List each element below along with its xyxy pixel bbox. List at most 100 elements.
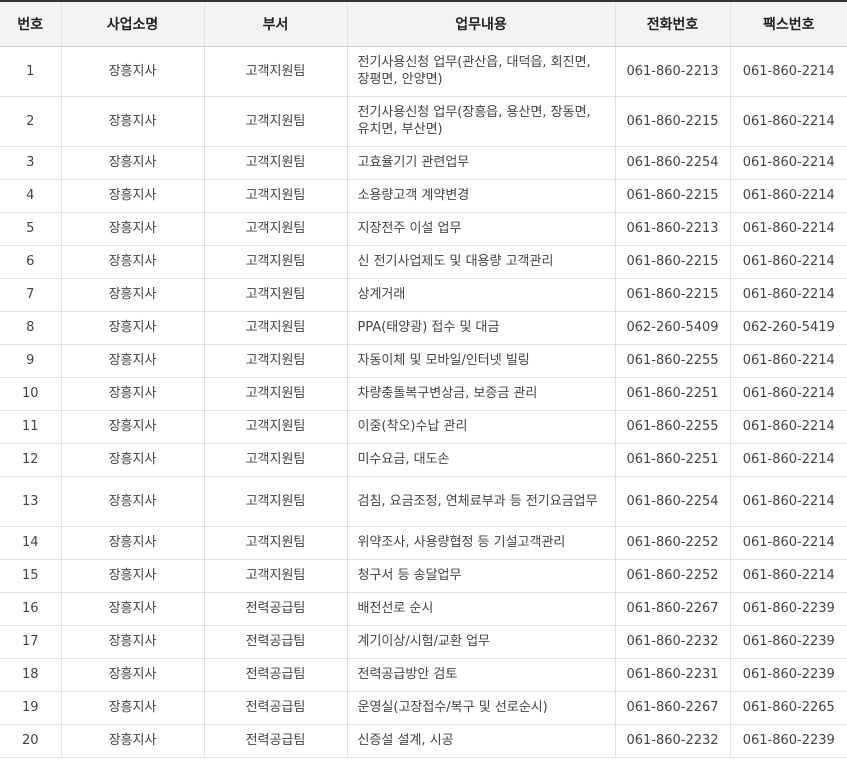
cell-tel: 061-860-2215: [614, 179, 730, 212]
table-row: 7 장흥지사 고객지원팀 상계거래 061-860-2215 061-860-2214: [0, 278, 847, 311]
cell-task: 미수요금, 대도손: [346, 443, 615, 476]
table-row: 9 장흥지사 고객지원팀 자동이체 및 모바일/인터넷 빌링 061-860-2255 0…: [0, 344, 847, 377]
cell-dept: 고객지원팀: [203, 146, 347, 179]
cell-dept: 고객지원팀: [203, 443, 347, 476]
cell-office: 장흥지사: [60, 443, 204, 476]
table-header: 번호 사업소명 부서 업무내용 전화번호 팩스번호: [0, 1, 847, 46]
cell-tel: 061-860-2215: [614, 278, 730, 311]
cell-tel: 061-860-2213: [614, 212, 730, 245]
cell-tel: 062-260-5409: [614, 311, 730, 344]
cell-office: 장흥지사: [60, 212, 204, 245]
cell-fax: 061-860-2214: [729, 245, 847, 278]
cell-dept: 전력공급팀: [203, 658, 347, 691]
cell-dept: 고객지원팀: [203, 344, 347, 377]
cell-task: 전기사용신청 업무(장흥읍, 용산면, 장동면, 유치면, 부산면): [346, 96, 615, 146]
cell-task: 운영실(고장접수/복구 및 선로순시): [346, 691, 615, 724]
cell-task: 위약조사, 사용량협정 등 기설고객관리: [346, 526, 615, 559]
table-row: 13 장흥지사 고객지원팀 검침, 요금조정, 연체료부과 등 전기요금업무 061-8…: [0, 476, 847, 526]
cell-dept: 전력공급팀: [203, 691, 347, 724]
cell-dept: 고객지원팀: [203, 410, 347, 443]
cell-no: 2: [26, 113, 35, 129]
table-row: 6 장흥지사 고객지원팀 신 전기사업제도 및 대용량 고객관리 061-860-221…: [0, 245, 847, 278]
cell-tel: 061-860-2215: [614, 245, 730, 278]
table-row: 20 장흥지사 전력공급팀 신증설 설계, 시공 061-860-2232 061-860…: [0, 724, 847, 757]
cell-fax: 061-860-2214: [729, 146, 847, 179]
cell-fax: 061-860-2239: [729, 724, 847, 757]
cell-dept: 고객지원팀: [203, 46, 347, 96]
cell-task: 자동이체 및 모바일/인터넷 빌링: [346, 344, 615, 377]
cell-fax: 061-860-2214: [729, 443, 847, 476]
cell-office: 장흥지사: [60, 278, 204, 311]
cell-no: 16: [21, 601, 39, 616]
cell-no: 12: [21, 452, 39, 467]
cell-dept: 고객지원팀: [203, 179, 347, 212]
table-body: 1 장흥지사 고객지원팀 전기사용신청 업무(관산읍, 대덕읍, 회진면, 장평면, …: [0, 46, 847, 757]
cell-task: 신증설 설계, 시공: [346, 724, 615, 757]
cell-no: 14: [21, 535, 39, 550]
cell-tel: 061-860-2255: [614, 344, 730, 377]
header-row: 번호 사업소명 부서 업무내용 전화번호 팩스번호: [0, 1, 847, 46]
cell-office: 장흥지사: [60, 344, 204, 377]
cell-fax: 061-860-2214: [729, 410, 847, 443]
table-row: 18 장흥지사 전력공급팀 전력공급방안 검토 061-860-2231 061-860-…: [0, 658, 847, 691]
cell-task: 배전선로 순시: [346, 592, 615, 625]
cell-office: 장흥지사: [60, 658, 204, 691]
cell-office: 장흥지사: [60, 691, 204, 724]
table-row: 2 장흥지사 고객지원팀 전기사용신청 업무(장흥읍, 용산면, 장동면, 유치면, …: [0, 96, 847, 146]
cell-task: 검침, 요금조정, 연체료부과 등 전기요금업무: [346, 476, 615, 526]
cell-task: 이중(착오)수납 관리: [346, 410, 615, 443]
cell-no: 15: [21, 568, 39, 583]
cell-task: 상계거래: [346, 278, 615, 311]
cell-dept: 전력공급팀: [203, 724, 347, 757]
cell-tel: 061-860-2267: [614, 691, 730, 724]
cell-office: 장흥지사: [60, 559, 204, 592]
cell-office: 장흥지사: [60, 179, 204, 212]
cell-office: 장흥지사: [60, 724, 204, 757]
cell-no: 6: [26, 254, 35, 269]
cell-fax: 061-860-2265: [729, 691, 847, 724]
cell-no: 17: [21, 634, 39, 649]
cell-fax: 061-860-2239: [729, 658, 847, 691]
cell-office: 장흥지사: [60, 377, 204, 410]
cell-tel: 061-860-2252: [614, 559, 730, 592]
table-row: 15 장흥지사 고객지원팀 청구서 등 송달업무 061-860-2252 061-860…: [0, 559, 847, 592]
cell-no: 5: [26, 221, 35, 236]
cell-fax: 061-860-2214: [729, 46, 847, 96]
header-fax: 팩스번호: [729, 1, 847, 46]
cell-tel: 061-860-2232: [614, 724, 730, 757]
cell-no: 3: [26, 155, 35, 170]
cell-task: 전력공급방안 검토: [346, 658, 615, 691]
table-row: 19 장흥지사 전력공급팀 운영실(고장접수/복구 및 선로순시) 061-860-22…: [0, 691, 847, 724]
cell-office: 장흥지사: [60, 592, 204, 625]
cell-office: 장흥지사: [60, 410, 204, 443]
cell-no: 1: [26, 63, 35, 79]
cell-task: 차량충돌복구변상금, 보증금 관리: [346, 377, 615, 410]
cell-dept: 전력공급팀: [203, 592, 347, 625]
cell-dept: 고객지원팀: [203, 526, 347, 559]
cell-fax: 062-260-5419: [729, 311, 847, 344]
table-row: 11 장흥지사 고객지원팀 이중(착오)수납 관리 061-860-2255 061-86…: [0, 410, 847, 443]
table-row: 12 장흥지사 고객지원팀 미수요금, 대도손 061-860-2251 061-860-…: [0, 443, 847, 476]
contact-table: 번호 사업소명 부서 업무내용 전화번호 팩스번호 1 장흥지사 고객지원팀 전기사용…: [0, 0, 847, 758]
cell-no: 8: [26, 320, 35, 335]
cell-task: 소용량고객 계약변경: [346, 179, 615, 212]
header-office: 사업소명: [60, 1, 204, 46]
cell-tel: 061-860-2251: [614, 443, 730, 476]
cell-office: 장흥지사: [60, 625, 204, 658]
cell-task: 청구서 등 송달업무: [346, 559, 615, 592]
cell-tel: 061-860-2255: [614, 410, 730, 443]
cell-dept: 고객지원팀: [203, 278, 347, 311]
cell-dept: 고객지원팀: [203, 559, 347, 592]
cell-task: 지장전주 이설 업무: [346, 212, 615, 245]
cell-no: 9: [26, 353, 35, 368]
cell-no: 18: [21, 667, 39, 682]
cell-no: 13: [21, 493, 39, 509]
table-row: 14 장흥지사 고객지원팀 위약조사, 사용량협정 등 기설고객관리 061-860-2…: [0, 526, 847, 559]
cell-dept: 고객지원팀: [203, 377, 347, 410]
cell-office: 장흥지사: [60, 526, 204, 559]
cell-office: 장흥지사: [60, 46, 204, 96]
cell-dept: 고객지원팀: [203, 212, 347, 245]
cell-tel: 061-860-2215: [614, 96, 730, 146]
cell-office: 장흥지사: [60, 311, 204, 344]
cell-fax: 061-860-2214: [729, 526, 847, 559]
